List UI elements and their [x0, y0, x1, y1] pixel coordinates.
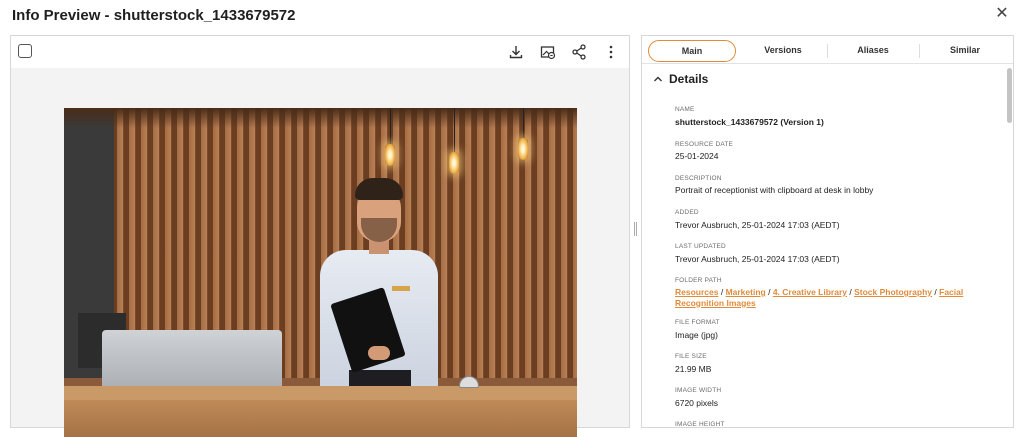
field-label-image-height: IMAGE HEIGHT [675, 421, 725, 428]
field-label-file-size: FILE SIZE [675, 353, 707, 360]
person-hair [355, 178, 403, 200]
tab-main[interactable]: Main [648, 40, 736, 62]
field-label-name: NAME [675, 106, 695, 113]
field-value-file-format: Image (jpg) [675, 330, 718, 340]
desk-front [64, 400, 577, 437]
field-value-image-width: 6720 pixels [675, 398, 719, 408]
info-tabs: Main Versions Aliases Similar [642, 36, 1013, 64]
scrollbar-thumb[interactable] [1007, 68, 1012, 123]
field-label-file-format: FILE FORMAT [675, 319, 720, 326]
preview-image[interactable] [64, 108, 577, 437]
tab-similar[interactable]: Similar [921, 40, 1009, 62]
folder-link-stock-photography[interactable]: Stock Photography [854, 287, 932, 297]
pendant-bulb [518, 138, 528, 160]
ceiling-shadow [64, 108, 577, 128]
tab-versions[interactable]: Versions [740, 40, 826, 62]
path-separator: / [718, 287, 726, 297]
person-pants [349, 370, 411, 386]
folder-link-resources[interactable]: Resources [675, 287, 718, 297]
tab-divider [827, 44, 828, 58]
folder-link-marketing[interactable]: Marketing [726, 287, 766, 297]
info-panel: Main Versions Aliases Similar Details NA… [641, 35, 1014, 428]
tab-aliases[interactable]: Aliases [829, 40, 917, 62]
select-checkbox[interactable] [18, 44, 32, 58]
details-title: Details [669, 72, 709, 86]
field-label-resource-date: RESOURCE DATE [675, 141, 734, 148]
image-preview-area [11, 68, 629, 437]
tab-divider [919, 44, 920, 58]
chevron-up-icon[interactable] [652, 73, 664, 85]
close-icon[interactable]: ✕ [995, 6, 1009, 22]
preview-toolbar [11, 36, 629, 68]
panel-resize-handle[interactable] [634, 222, 637, 236]
name-badge [392, 286, 410, 291]
pendant-bulb [449, 152, 459, 174]
field-label-description: DESCRIPTION [675, 175, 722, 182]
person-hand [368, 346, 390, 360]
desk-top [64, 386, 577, 400]
lamp-cord [390, 108, 391, 144]
dialog-title: Info Preview - shutterstock_1433679572 [12, 7, 296, 24]
share-icon[interactable] [570, 43, 588, 61]
field-label-image-width: IMAGE WIDTH [675, 387, 722, 394]
field-label-added: ADDED [675, 209, 699, 216]
more-vertical-icon[interactable] [602, 43, 620, 61]
details-section-header[interactable]: Details [642, 65, 1004, 93]
folder-link-creative-library[interactable]: 4. Creative Library [773, 287, 847, 297]
field-value-file-size: 21.99 MB [675, 364, 712, 374]
field-value-resource-date: 25-01-2024 [675, 151, 719, 161]
field-label-last-updated: LAST UPDATED [675, 243, 726, 250]
field-value-added: Trevor Ausbruch, 25-01-2024 17:03 (AEDT) [675, 220, 840, 230]
pendant-bulb [385, 144, 395, 166]
field-value-last-updated: Trevor Ausbruch, 25-01-2024 17:03 (AEDT) [675, 254, 840, 264]
field-value-description: Portrait of receptionist with clipboard … [675, 185, 874, 195]
preview-panel [10, 35, 630, 437]
field-label-folder-path: FOLDER PATH [675, 277, 722, 284]
monitor [102, 330, 282, 392]
path-separator: / [765, 287, 773, 297]
folder-path-breadcrumb: Resources / Marketing / 4. Creative Libr… [675, 287, 975, 308]
lamp-cord [523, 108, 524, 138]
download-icon[interactable] [507, 43, 525, 61]
image-compare-icon[interactable] [539, 43, 557, 61]
field-value-name: shutterstock_1433679572 (Version 1) [675, 117, 824, 127]
lamp-cord [454, 108, 455, 152]
